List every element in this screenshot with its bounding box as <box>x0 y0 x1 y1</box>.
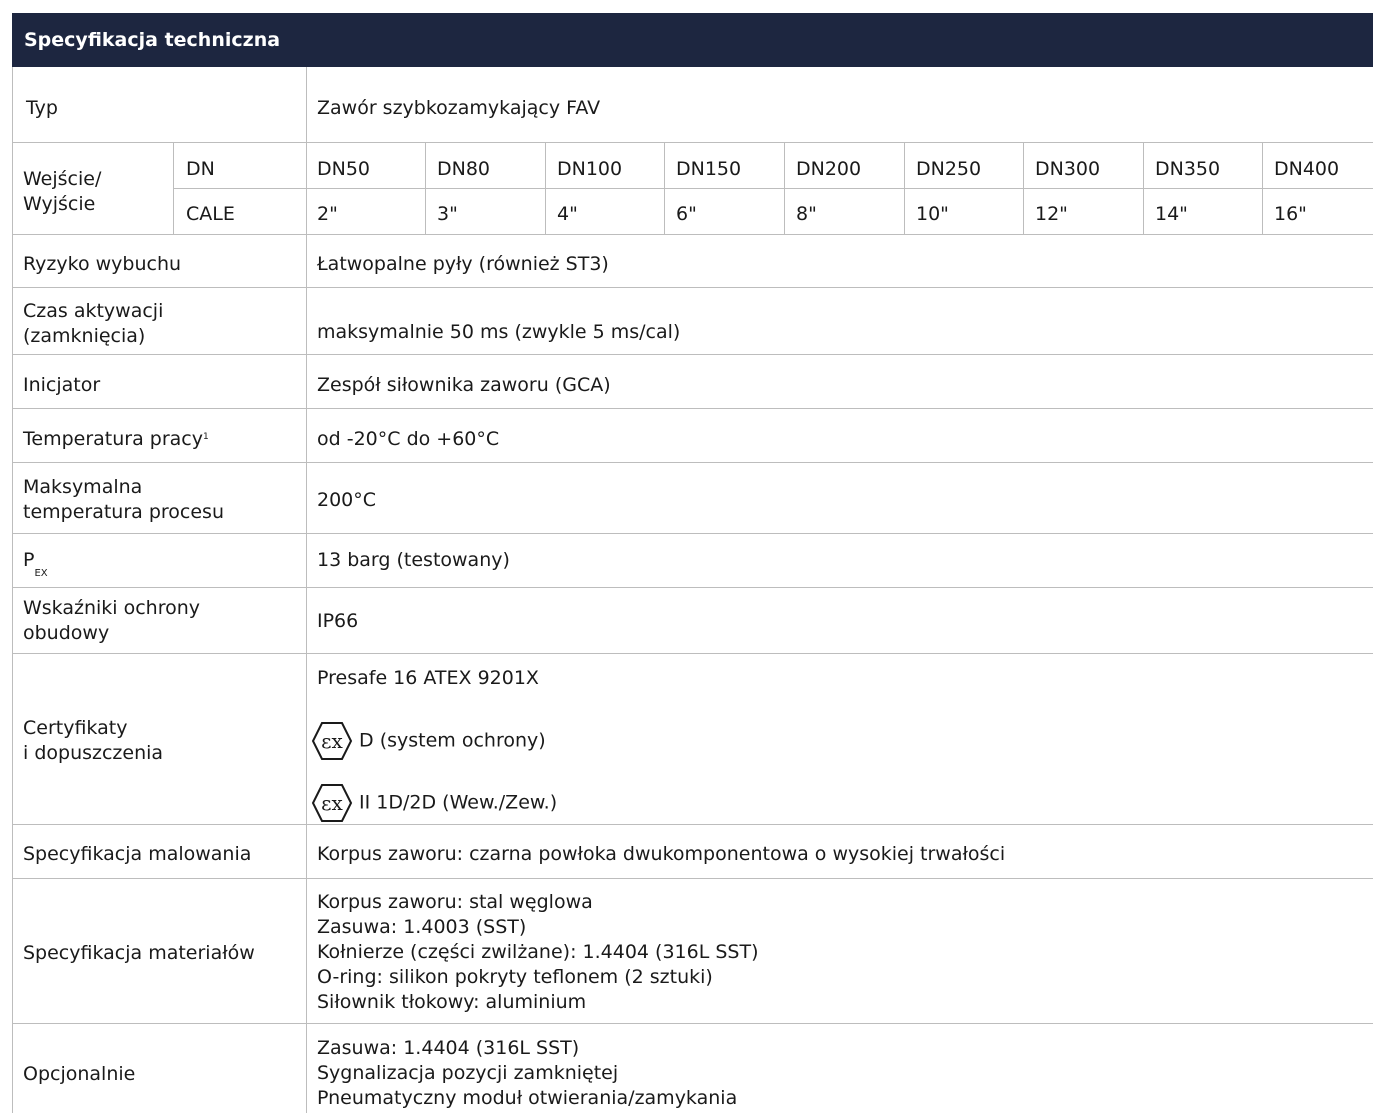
row-divider <box>12 462 1373 463</box>
cert-line-2-text: D (system ochrony) <box>359 729 546 752</box>
cert-line-1: Presafe 16 ATEX 9201X <box>317 667 539 689</box>
dn-value: DN80 <box>437 158 491 180</box>
row-label-ochrona: Wskaźniki ochrony obudowy <box>23 597 201 644</box>
dn-value: DN50 <box>317 158 371 180</box>
svg-text:εx: εx <box>321 729 343 753</box>
cale-value: 14" <box>1155 203 1188 225</box>
row-divider <box>12 824 1373 825</box>
row-value-inicjator: Zespół siłownika zaworu (GCA) <box>317 374 611 396</box>
row-label-pex: PEX <box>23 548 48 581</box>
dn-value: DN350 <box>1155 158 1221 180</box>
row-label-ryzyko: Ryzyko wybuchu <box>23 253 182 275</box>
row-value-temp-pracy: od -20°C do +60°C <box>317 428 500 450</box>
dn-value: DN150 <box>676 158 742 180</box>
row-value-materialy: Korpus zaworu: stal węglowa Zasuwa: 1.40… <box>317 891 759 1013</box>
row-divider <box>12 142 1373 143</box>
cale-value: 8" <box>796 203 817 225</box>
row-value-pex: 13 barg (testowany) <box>317 549 510 571</box>
row-divider <box>12 587 1373 588</box>
row-divider <box>173 188 1373 189</box>
dn-value: DN200 <box>796 158 862 180</box>
dn-value: DN100 <box>557 158 623 180</box>
row-divider <box>12 408 1373 409</box>
dn-value: DN300 <box>1035 158 1101 180</box>
row-divider <box>12 878 1373 879</box>
cert-line-2: εx D (system ochrony) <box>311 721 546 761</box>
ex-atex-icon: εx <box>311 722 353 760</box>
row-label-czas: Czas aktywacji (zamknięcia) <box>23 300 164 347</box>
row-divider <box>12 354 1373 355</box>
spec-table: Specyfikacja techniczna Typ Zawór szybko… <box>12 13 1373 1113</box>
cale-value: 2" <box>317 203 338 225</box>
dn-label: DN <box>186 158 215 180</box>
row-label-temp-pracy: Temperatura pracy1 <box>23 427 209 451</box>
cale-value: 16" <box>1274 203 1307 225</box>
temp-pracy-text: Temperatura pracy <box>23 428 203 450</box>
row-value-max-temp: 200°C <box>317 489 377 511</box>
row-label-malowanie: Specyfikacja malowania <box>23 843 252 865</box>
table-header: Specyfikacja techniczna <box>12 13 1373 67</box>
cert-line-3: εx II 1D/2D (Wew./Zew.) <box>311 783 557 823</box>
ex-atex-icon: εx <box>311 784 353 822</box>
row-divider <box>12 653 1373 654</box>
cale-value: 12" <box>1035 203 1068 225</box>
row-label-certyfikaty: Certyfikaty i dopuszczenia <box>23 717 164 764</box>
dn-value: DN250 <box>916 158 982 180</box>
cale-value: 3" <box>437 203 458 225</box>
svg-text:εx: εx <box>321 791 343 815</box>
table-title: Specyfikacja techniczna <box>24 29 281 51</box>
row-label-typ: Typ <box>26 97 58 119</box>
column-divider <box>306 67 307 1113</box>
row-label-opcjonalnie: Opcjonalnie <box>23 1063 136 1085</box>
row-value-opcjonalnie: Zasuwa: 1.4404 (316L SST) Sygnalizacja p… <box>317 1037 738 1109</box>
row-divider <box>12 234 1373 235</box>
row-label-materialy: Specyfikacja materiałów <box>23 942 255 964</box>
row-value-czas: maksymalnie 50 ms (zwykle 5 ms/cal) <box>317 321 681 343</box>
row-label-inicjator: Inicjator <box>23 374 101 396</box>
cale-value: 10" <box>916 203 949 225</box>
row-label-io: Wejście/ Wyjście <box>23 168 102 215</box>
cale-value: 4" <box>557 203 578 225</box>
cert-line-3-text: II 1D/2D (Wew./Zew.) <box>359 791 558 814</box>
row-value-ochrona: IP66 <box>317 610 359 632</box>
row-value-typ: Zawór szybkozamykający FAV <box>317 97 601 119</box>
row-divider <box>12 533 1373 534</box>
dn-value: DN400 <box>1274 158 1340 180</box>
row-value-malowanie: Korpus zaworu: czarna powłoka dwukompone… <box>317 843 1006 865</box>
pex-letter: P <box>23 549 35 571</box>
pex-subscript: EX <box>34 567 48 579</box>
cale-value: 6" <box>676 203 697 225</box>
table-border-left <box>12 67 13 1113</box>
footnote-marker: 1 <box>202 432 209 442</box>
cale-label: CALE <box>186 203 235 225</box>
row-value-ryzyko: Łatwopalne pyły (również ST3) <box>317 253 609 275</box>
row-divider <box>12 1023 1373 1024</box>
row-label-max-temp: Maksymalna temperatura procesu <box>23 476 224 523</box>
row-divider <box>12 287 1373 288</box>
